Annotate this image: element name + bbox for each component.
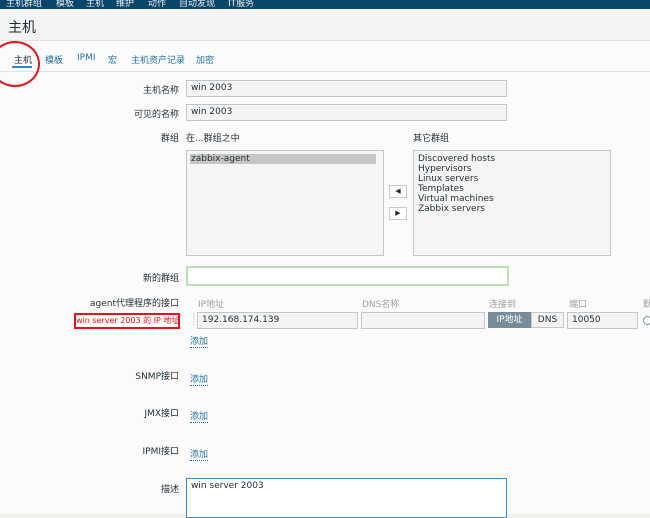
list-item[interactable]: Hypervisors [418,164,471,174]
new-group-label: 新的群组 [142,274,179,284]
new-group-input[interactable] [186,266,509,286]
in-groups-heading: 在...群组之中 [186,134,240,144]
ipmi-add-link[interactable]: 添加 [190,450,209,461]
list-item[interactable]: zabbix-agent [191,154,250,164]
description-textarea[interactable]: win server 2003 [186,478,507,518]
tab-macros[interactable]: 宏 [108,53,117,66]
list-item[interactable]: Zabbix servers [418,204,485,214]
other-groups-heading: 其它群组 [413,134,450,144]
snmp-label: SNMP接口 [135,372,179,382]
annotation-label: win server 2003 的 IP 地址 [74,313,180,329]
host-form-panel: 主机 模板 IPMI 宏 主机资产记录 加密 主机名称 win 2003 可见的… [0,41,650,518]
visible-name-label: 可见的名称 [133,110,179,120]
groups-label: 群组 [160,134,179,144]
move-right-button[interactable]: ▶ [389,207,407,220]
hostname-input[interactable]: win 2003 [186,80,507,97]
tab-ipmi[interactable]: IPMI [77,53,96,63]
list-item[interactable]: Virtual machines [418,194,494,204]
other-groups-listbox[interactable]: Discovered hosts Hypervisors Linux serve… [413,150,611,256]
page-title: 主机 [8,20,36,36]
menu-host-groups[interactable]: 主机群组 [6,0,42,9]
agent-port-input[interactable]: 10050 [567,312,638,329]
connect-dns-button[interactable]: DNS [531,312,564,328]
menu-discovery[interactable]: 自动发现 [179,0,215,9]
agent-add-link[interactable]: 添加 [190,337,209,348]
menu-it-services[interactable]: IT服务 [228,0,254,9]
column-ip: IP地址 [198,300,225,310]
column-dns: DNS名称 [362,300,400,310]
snmp-add-link[interactable]: 添加 [190,375,209,386]
description-label: 描述 [160,485,179,495]
tabs-divider [0,71,650,72]
list-item[interactable]: Templates [418,184,464,194]
move-left-button[interactable]: ◀ [389,185,407,198]
connect-ip-button[interactable]: IP地址 [488,312,531,328]
agent-ip-input[interactable]: 192.168.174.139 [197,312,358,329]
ipmi-label: IPMI接口 [142,447,179,457]
visible-name-input[interactable]: win 2003 [186,104,507,121]
column-port: 端口 [569,300,588,310]
menu-hosts[interactable]: 主机 [86,0,104,9]
list-item[interactable]: Discovered hosts [418,154,495,164]
in-groups-listbox[interactable]: zabbix-agent [186,150,384,256]
jmx-label: JMX接口 [144,409,179,419]
agent-interfaces-label: agent代理程序的接口 [90,299,179,309]
tab-encryption[interactable]: 加密 [196,53,214,66]
jmx-add-link[interactable]: 添加 [190,412,209,423]
menu-actions[interactable]: 动作 [148,0,166,9]
page-header: 主机 [0,9,650,41]
agent-dns-input[interactable] [361,312,485,329]
tab-inventory[interactable]: 主机资产记录 [131,53,185,66]
menu-maintenance[interactable]: 维护 [116,0,134,9]
default-radio[interactable] [643,316,650,325]
column-default: 默 [643,300,650,310]
list-item[interactable]: Linux servers [418,174,478,184]
hostname-label: 主机名称 [142,86,179,96]
column-connect-to: 连接到 [489,300,517,310]
drag-handle-icon[interactable]: ⋮⋮⋮⋮ [190,313,206,328]
tab-templates[interactable]: 模板 [45,53,63,66]
top-menu-bar: 主机群组 模板 主机 维护 动作 自动发现 IT服务 [0,0,650,9]
menu-templates[interactable]: 模板 [56,0,74,9]
